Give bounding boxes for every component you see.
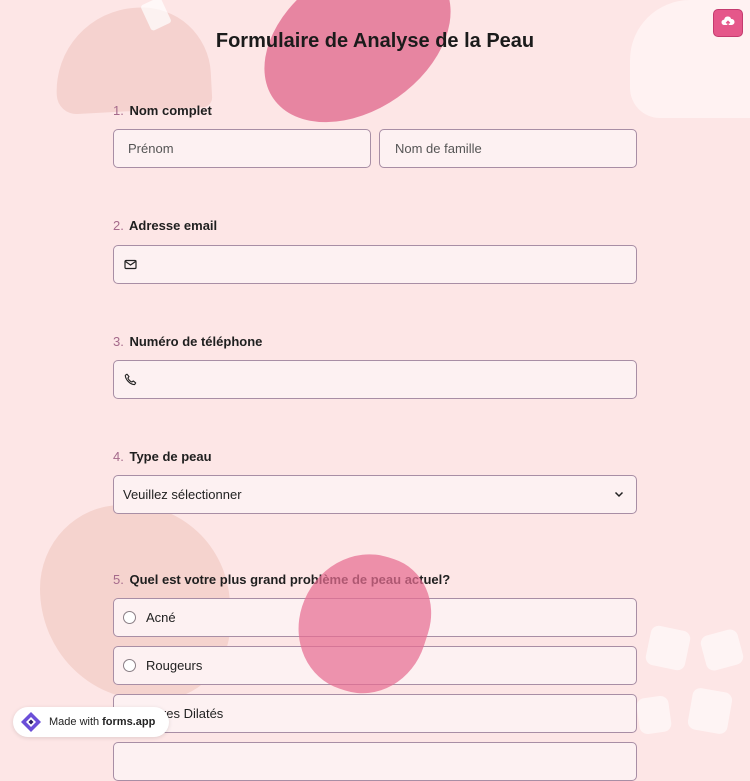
last-name-field[interactable]: Nom de famille bbox=[379, 129, 637, 168]
question-text: Nom complet bbox=[129, 103, 212, 118]
envelope-icon bbox=[124, 258, 138, 272]
radio-option[interactable]: Rougeurs bbox=[113, 646, 637, 685]
chevron-down-icon bbox=[613, 488, 625, 500]
question-label: 2. Adresse email bbox=[113, 218, 217, 233]
question-text: Quel est votre plus grand problème de pe… bbox=[129, 572, 451, 587]
made-with-badge[interactable]: Made with forms.app bbox=[13, 707, 169, 737]
email-field[interactable] bbox=[113, 245, 637, 284]
question-text: Type de peau bbox=[129, 449, 212, 464]
question-label: 1. Nom complet bbox=[113, 103, 212, 118]
background-tile bbox=[686, 686, 734, 736]
question-number: 2. bbox=[113, 218, 124, 233]
first-name-field[interactable]: Prénom bbox=[113, 129, 371, 168]
question-text: Adresse email bbox=[128, 218, 218, 233]
forms-app-logo-icon bbox=[20, 711, 42, 733]
select-value: Veuillez sélectionner bbox=[123, 487, 242, 502]
radio-option[interactable]: Pores Dilatés bbox=[113, 694, 637, 733]
skin-type-select[interactable]: Veuillez sélectionner bbox=[113, 475, 637, 514]
last-name-placeholder: Nom de famille bbox=[395, 141, 482, 156]
question-text: Numéro de téléphone bbox=[129, 334, 263, 349]
phone-icon bbox=[124, 373, 138, 387]
option-label: Rougeurs bbox=[146, 658, 203, 673]
form-title: Formulaire de Analyse de la Peau bbox=[215, 30, 535, 52]
question-label: 3. Numéro de téléphone bbox=[113, 334, 262, 349]
badge-prefix: Made with bbox=[49, 716, 100, 728]
question-number: 5. bbox=[113, 572, 124, 587]
question-label: 4. Type de peau bbox=[113, 449, 212, 464]
question-label: 5. Quel est votre plus grand problème de… bbox=[113, 572, 450, 587]
phone-field[interactable] bbox=[113, 360, 637, 399]
radio-circle[interactable] bbox=[123, 659, 136, 672]
radio-option[interactable] bbox=[113, 742, 637, 781]
option-label: Acné bbox=[146, 610, 176, 625]
background-tile bbox=[644, 624, 692, 672]
background-blob bbox=[52, 4, 213, 115]
first-name-placeholder: Prénom bbox=[128, 141, 174, 156]
radio-option[interactable]: Acné bbox=[113, 598, 637, 637]
badge-brand: forms.app bbox=[102, 716, 156, 728]
radio-circle[interactable] bbox=[123, 611, 136, 624]
question-number: 3. bbox=[113, 334, 124, 349]
question-number: 4. bbox=[113, 449, 124, 464]
background-confetti bbox=[140, 0, 172, 32]
background-tile bbox=[698, 627, 746, 673]
background-tile bbox=[635, 694, 673, 736]
question-number: 1. bbox=[113, 103, 124, 118]
